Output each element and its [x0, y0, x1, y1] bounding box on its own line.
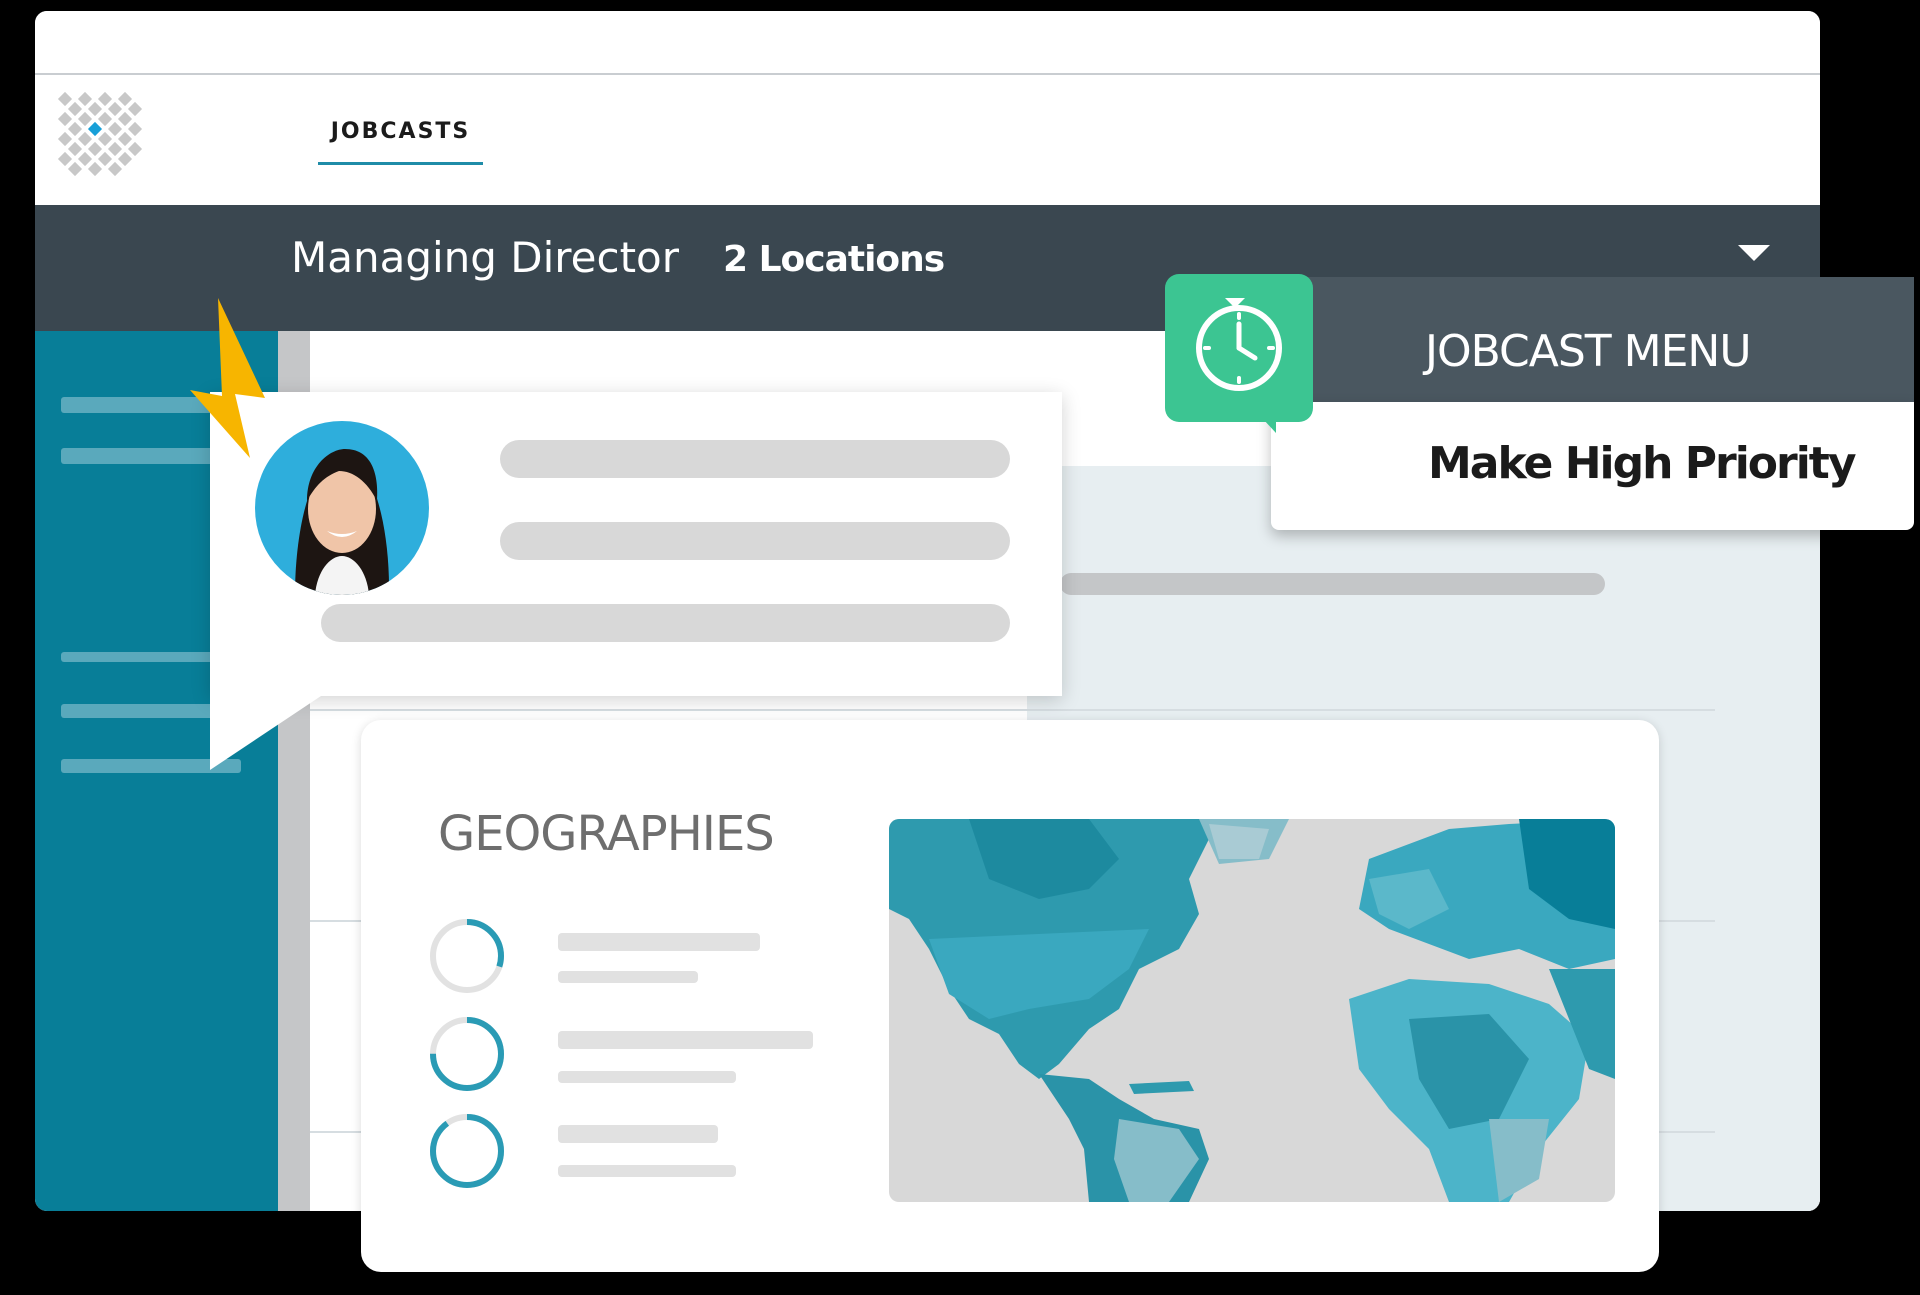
world-map[interactable] [889, 819, 1615, 1202]
placeholder-line [558, 1125, 718, 1143]
world-map-shapes [889, 819, 1615, 1202]
clock-refresh-icon [1196, 298, 1282, 391]
diamond-grid-logo [57, 91, 143, 177]
window-title-strip [35, 11, 1820, 75]
tab-jobcasts[interactable]: JOBCASTS [318, 109, 483, 165]
placeholder-line [500, 440, 1010, 478]
tab-jobcasts-label: JOBCASTS [330, 119, 471, 144]
placeholder-line [500, 522, 1010, 560]
progress-ring [430, 919, 504, 993]
caret-down-icon[interactable] [1738, 245, 1770, 261]
card-pointer [210, 690, 330, 770]
content-divider [310, 709, 1715, 711]
placeholder-line [321, 604, 1010, 642]
placeholder-line [558, 933, 760, 951]
job-locations[interactable]: 2 Locations [723, 239, 945, 280]
person-icon [295, 449, 390, 595]
clock-badge [1165, 274, 1313, 422]
geographies-title: GEOGRAPHIES [438, 806, 775, 862]
make-high-priority-option[interactable]: Make High Priority [1271, 402, 1914, 530]
placeholder-line [558, 1165, 736, 1177]
content-placeholder-bar [1060, 573, 1605, 595]
avatar[interactable] [255, 421, 429, 595]
tab-active-underline [318, 162, 483, 165]
make-high-priority-label: Make High Priority [1428, 438, 1857, 489]
jobcast-menu-title: JOBCAST MENU [1425, 326, 1752, 377]
lightning-bolt-icon [190, 298, 265, 458]
placeholder-line [558, 1071, 736, 1083]
progress-ring [430, 1114, 504, 1188]
placeholder-line [558, 1031, 813, 1049]
job-title: Managing Director [291, 233, 680, 282]
placeholder-line [558, 971, 698, 983]
progress-ring [430, 1017, 504, 1091]
